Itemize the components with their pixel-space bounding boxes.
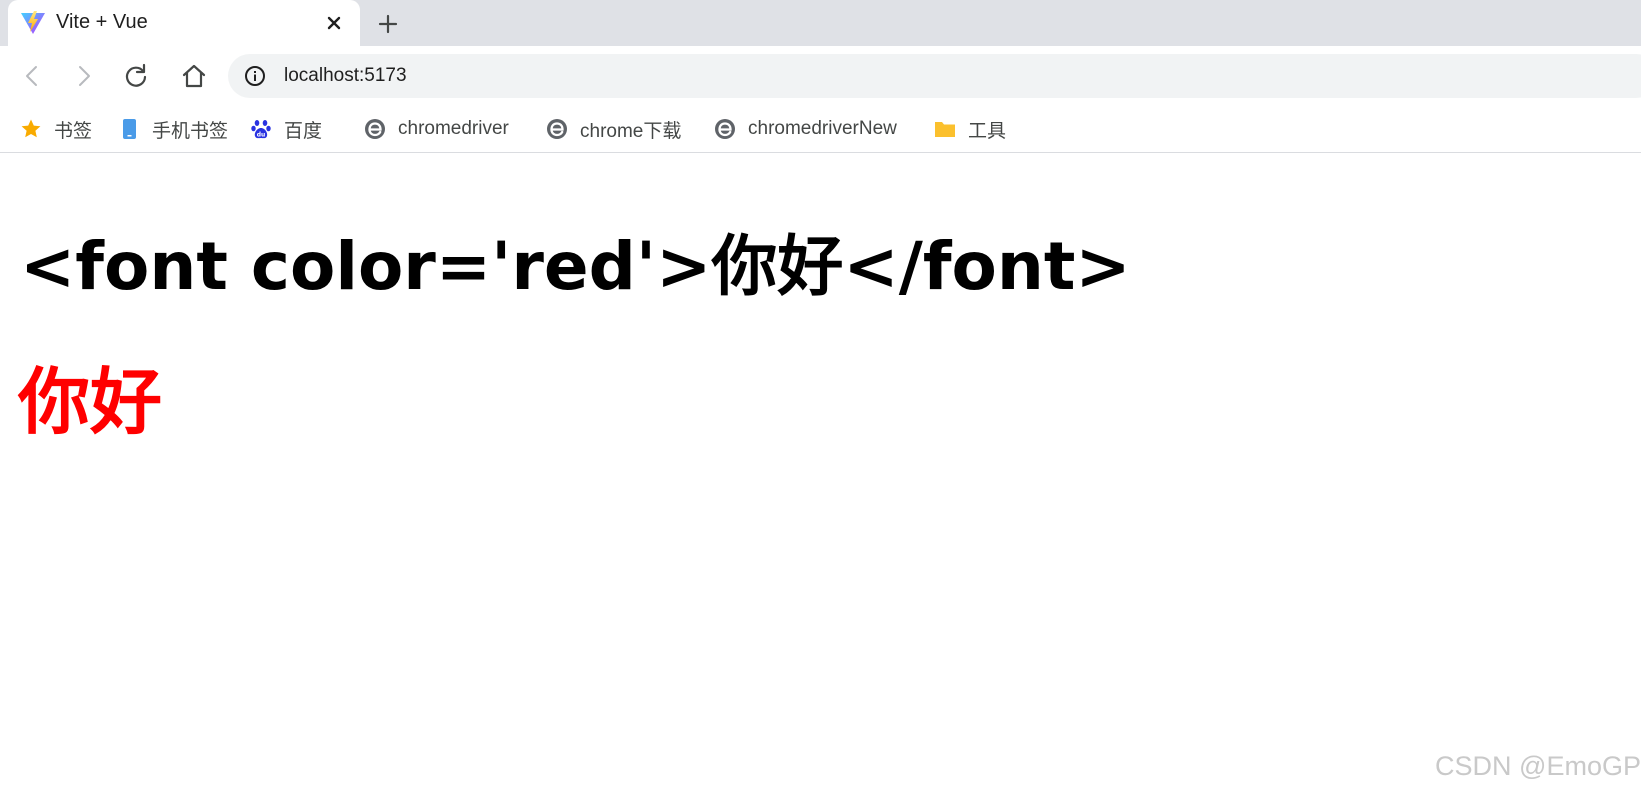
- address-bar[interactable]: localhost:5173: [228, 54, 1641, 98]
- e-site-icon: [715, 119, 735, 139]
- bookmark-label: chrome下载: [580, 120, 682, 142]
- watermark: CSDN @EmoGP: [1435, 751, 1641, 781]
- rendered-red-heading: 你好: [18, 360, 163, 444]
- bookmark-label: chromedriver: [398, 118, 509, 139]
- bookmark-mobile[interactable]: 手机书签: [118, 114, 228, 144]
- close-icon[interactable]: [323, 12, 345, 34]
- bookmark-shuqian[interactable]: 书签: [20, 114, 92, 144]
- bookmark-baidu[interactable]: du 百度: [250, 114, 322, 144]
- tab-vite-vue[interactable]: Vite + Vue: [8, 0, 360, 46]
- tab-strip: Vite + Vue: [0, 0, 1641, 46]
- baidu-paw-icon: du: [251, 120, 271, 139]
- bookmarks-bar: 书签 手机书签 du 百度 chromedriver chrome下载 chro…: [0, 106, 1641, 153]
- page-content: <font color='red'>你好</font> 你好 CSDN @Emo…: [0, 153, 1641, 786]
- bookmark-chrome-download[interactable]: chrome下载: [546, 114, 681, 144]
- url-text[interactable]: localhost:5173: [284, 65, 407, 87]
- forward-arrow-icon[interactable]: [70, 62, 98, 90]
- bookmark-label: 书签: [54, 120, 93, 142]
- e-site-icon: [547, 119, 567, 139]
- bookmark-label: 百度: [284, 120, 323, 142]
- toolbar: localhost:5173: [0, 46, 1641, 106]
- reload-icon[interactable]: [122, 62, 150, 90]
- svg-text:du: du: [257, 132, 266, 139]
- e-site-icon: [365, 119, 385, 139]
- bookmark-label: 工具: [968, 120, 1007, 142]
- vite-logo-icon: [21, 11, 45, 34]
- bookmark-label: 手机书签: [152, 120, 229, 142]
- bookmark-chromedriver[interactable]: chromedriver: [364, 114, 509, 144]
- bookmark-label: chromedriverNew: [748, 118, 897, 139]
- plus-icon[interactable]: [376, 12, 400, 36]
- phone-icon: [123, 119, 136, 139]
- folder-icon: [935, 122, 955, 137]
- bookmark-folder-tools[interactable]: 工具: [934, 114, 1006, 144]
- back-arrow-icon[interactable]: [18, 62, 46, 90]
- bookmark-chromedriver-new[interactable]: chromedriverNew: [714, 114, 897, 144]
- raw-font-tag-heading: <font color='red'>你好</font>: [20, 228, 1131, 305]
- browser-window: Vite + Vue localhost:5173 书签 手机书签 du 百度 …: [0, 0, 1641, 786]
- star-icon: [21, 119, 41, 138]
- home-icon[interactable]: [180, 62, 208, 90]
- info-icon[interactable]: [244, 65, 266, 87]
- tab-title: Vite + Vue: [56, 11, 148, 33]
